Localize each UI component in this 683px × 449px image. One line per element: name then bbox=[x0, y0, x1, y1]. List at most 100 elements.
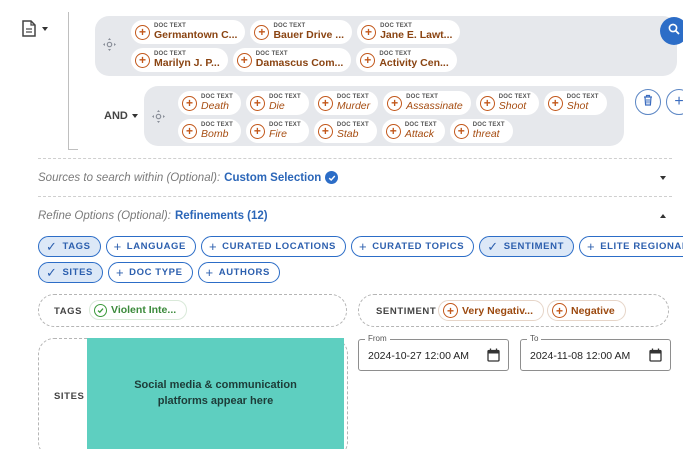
plus-circle-icon: + bbox=[135, 52, 150, 68]
doc-text-chip[interactable]: + DOC TEXT Attack bbox=[381, 119, 445, 143]
plus-circle-icon: + bbox=[361, 24, 377, 40]
chip-value: Jane E. Lawt... bbox=[380, 29, 453, 42]
check-circle-icon bbox=[325, 171, 339, 184]
to-date-field[interactable]: To 2024-11-08 12:00 AM bbox=[520, 334, 671, 371]
chip-value: Die bbox=[268, 100, 285, 113]
doc-text-chip[interactable]: + DOC TEXT Fire bbox=[245, 119, 309, 143]
document-type-dropdown[interactable] bbox=[22, 20, 48, 37]
tags-filter-box bbox=[38, 294, 347, 327]
filter-chip-elite-regional[interactable]: + ELITE REGIONAL bbox=[578, 236, 683, 257]
search-button[interactable] bbox=[660, 17, 683, 45]
filter-chip-label: LANGUAGE bbox=[126, 241, 186, 252]
check-icon: ✓ bbox=[46, 239, 58, 254]
chip-value: Attack bbox=[404, 128, 434, 141]
chevron-down-icon bbox=[131, 114, 138, 118]
filter-chip-doc-type[interactable]: + DOC TYPE bbox=[107, 262, 193, 283]
plus-icon: + bbox=[208, 239, 218, 254]
filter-chip-curated-locations[interactable]: + CURATED LOCATIONS bbox=[200, 236, 346, 257]
check-circle-icon bbox=[94, 303, 107, 317]
tag-chip[interactable]: Violent Inte... bbox=[89, 300, 188, 320]
doc-text-chip[interactable]: + DOC TEXT threat bbox=[449, 119, 513, 143]
filter-chip-label: CURATED LOCATIONS bbox=[222, 241, 336, 252]
plus-icon: + bbox=[115, 265, 125, 280]
add-group-button[interactable]: + bbox=[666, 89, 683, 115]
doc-text-chip[interactable]: + DOC TEXT Damascus Com... bbox=[232, 48, 352, 72]
divider bbox=[38, 196, 672, 197]
plus-icon: + bbox=[205, 265, 214, 280]
operator-dropdown[interactable]: AND bbox=[104, 110, 138, 122]
plus-circle-icon: + bbox=[249, 123, 265, 139]
doc-text-chip[interactable]: + DOC TEXT Assassinate bbox=[383, 91, 471, 115]
to-date-value: 2024-11-08 12:00 AM bbox=[530, 350, 631, 362]
chevron-down-icon bbox=[42, 26, 48, 31]
plus-circle-icon: + bbox=[182, 95, 197, 111]
search-icon bbox=[668, 22, 680, 40]
plus-circle-icon: + bbox=[479, 95, 495, 111]
doc-text-chip[interactable]: + DOC TEXT Bauer Drive ... bbox=[250, 20, 353, 44]
chip-value: Shot bbox=[566, 100, 589, 113]
plus-circle-icon: + bbox=[236, 52, 252, 68]
sentiment-chip[interactable]: + Very Negativ... bbox=[438, 300, 545, 321]
sites-placeholder-panel: Social media & communication platforms a… bbox=[87, 338, 344, 449]
doc-text-chip[interactable]: + DOC TEXT Death bbox=[178, 91, 241, 115]
from-date-label: From bbox=[365, 334, 390, 343]
chip-value: Fire bbox=[268, 128, 288, 141]
doc-text-chip[interactable]: + DOC TEXT Shot bbox=[543, 91, 607, 115]
chip-value: Bauer Drive ... bbox=[273, 29, 345, 42]
trash-icon bbox=[643, 93, 653, 111]
sources-row[interactable]: Sources to search within (Optional): Cus… bbox=[38, 171, 339, 184]
plus-circle-icon: + bbox=[182, 123, 197, 139]
chip-value: Shoot bbox=[498, 100, 527, 113]
refine-row[interactable]: Refine Options (Optional): Refinements (… bbox=[38, 210, 268, 222]
tree-connector bbox=[68, 12, 69, 150]
delete-group-button[interactable] bbox=[635, 89, 661, 115]
chip-value: Death bbox=[201, 100, 230, 113]
filter-chip-tags[interactable]: ✓ TAGS bbox=[38, 236, 101, 257]
filter-chip-label: CURATED TOPICS bbox=[372, 241, 465, 252]
filter-chip-sentiment[interactable]: ✓ SENTIMENT bbox=[479, 236, 574, 257]
sources-label: Sources to search within (Optional): bbox=[38, 171, 221, 184]
doc-text-chip[interactable]: + DOC TEXT Murder bbox=[313, 91, 379, 115]
chip-value: Activity Cen... bbox=[379, 57, 449, 70]
sentiment-chip[interactable]: + Negative bbox=[547, 300, 626, 321]
chip-value: threat bbox=[472, 128, 500, 141]
doc-text-chip[interactable]: + DOC TEXT Activity Cen... bbox=[356, 48, 457, 72]
doc-text-chip[interactable]: + DOC TEXT Marilyn J. P... bbox=[131, 48, 228, 72]
doc-text-chip[interactable]: + DOC TEXT Stab bbox=[313, 119, 377, 143]
filter-chip-curated-topics[interactable]: + CURATED TOPICS bbox=[351, 236, 475, 257]
filter-chip-authors[interactable]: + AUTHORS bbox=[197, 262, 280, 283]
doc-text-chip[interactable]: + DOC TEXT Die bbox=[245, 91, 309, 115]
refine-value: Refinements (12) bbox=[174, 210, 268, 222]
plus-circle-icon: + bbox=[254, 24, 270, 40]
doc-text-chip[interactable]: + DOC TEXT Bomb bbox=[178, 119, 241, 143]
drag-move-icon[interactable] bbox=[152, 110, 165, 123]
filter-chip-label: SITES bbox=[62, 267, 93, 278]
doc-text-chip[interactable]: + DOC TEXT Germantown C... bbox=[131, 20, 246, 44]
filter-chip-label: TAGS bbox=[62, 241, 91, 252]
document-icon bbox=[22, 20, 36, 37]
sites-box-label: SITES bbox=[54, 391, 85, 402]
doc-text-chip[interactable]: + DOC TEXT Shoot bbox=[475, 91, 539, 115]
filter-chip-label: SENTIMENT bbox=[503, 241, 564, 252]
calendar-icon[interactable] bbox=[487, 348, 500, 367]
calendar-icon[interactable] bbox=[649, 348, 662, 367]
filter-chip-row: ✓ SITES + DOC TYPE + AUTHORS bbox=[38, 262, 280, 283]
from-date-value: 2024-10-27 12:00 AM bbox=[368, 350, 469, 362]
plus-circle-icon: + bbox=[135, 24, 150, 40]
chip-value: Germantown C... bbox=[154, 29, 238, 42]
plus-icon: + bbox=[674, 93, 683, 110]
check-icon: ✓ bbox=[46, 265, 58, 280]
from-date-field[interactable]: From 2024-10-27 12:00 AM bbox=[358, 334, 509, 371]
filter-chip-label: DOC TYPE bbox=[129, 267, 183, 278]
doc-text-chip[interactable]: + DOC TEXT Jane E. Lawt... bbox=[357, 20, 461, 44]
plus-icon: + bbox=[359, 239, 368, 254]
chevron-up-icon[interactable] bbox=[660, 214, 666, 218]
filter-chip-language[interactable]: + LANGUAGE bbox=[105, 236, 196, 257]
filter-chip-sites[interactable]: ✓ SITES bbox=[38, 262, 103, 283]
chevron-down-icon[interactable] bbox=[660, 176, 666, 180]
drag-move-icon[interactable] bbox=[103, 38, 116, 51]
chip-value: Murder bbox=[336, 100, 371, 113]
chip-value: Bomb bbox=[201, 128, 229, 141]
to-date-label: To bbox=[527, 334, 542, 343]
chip-value: Damascus Com... bbox=[255, 57, 344, 70]
